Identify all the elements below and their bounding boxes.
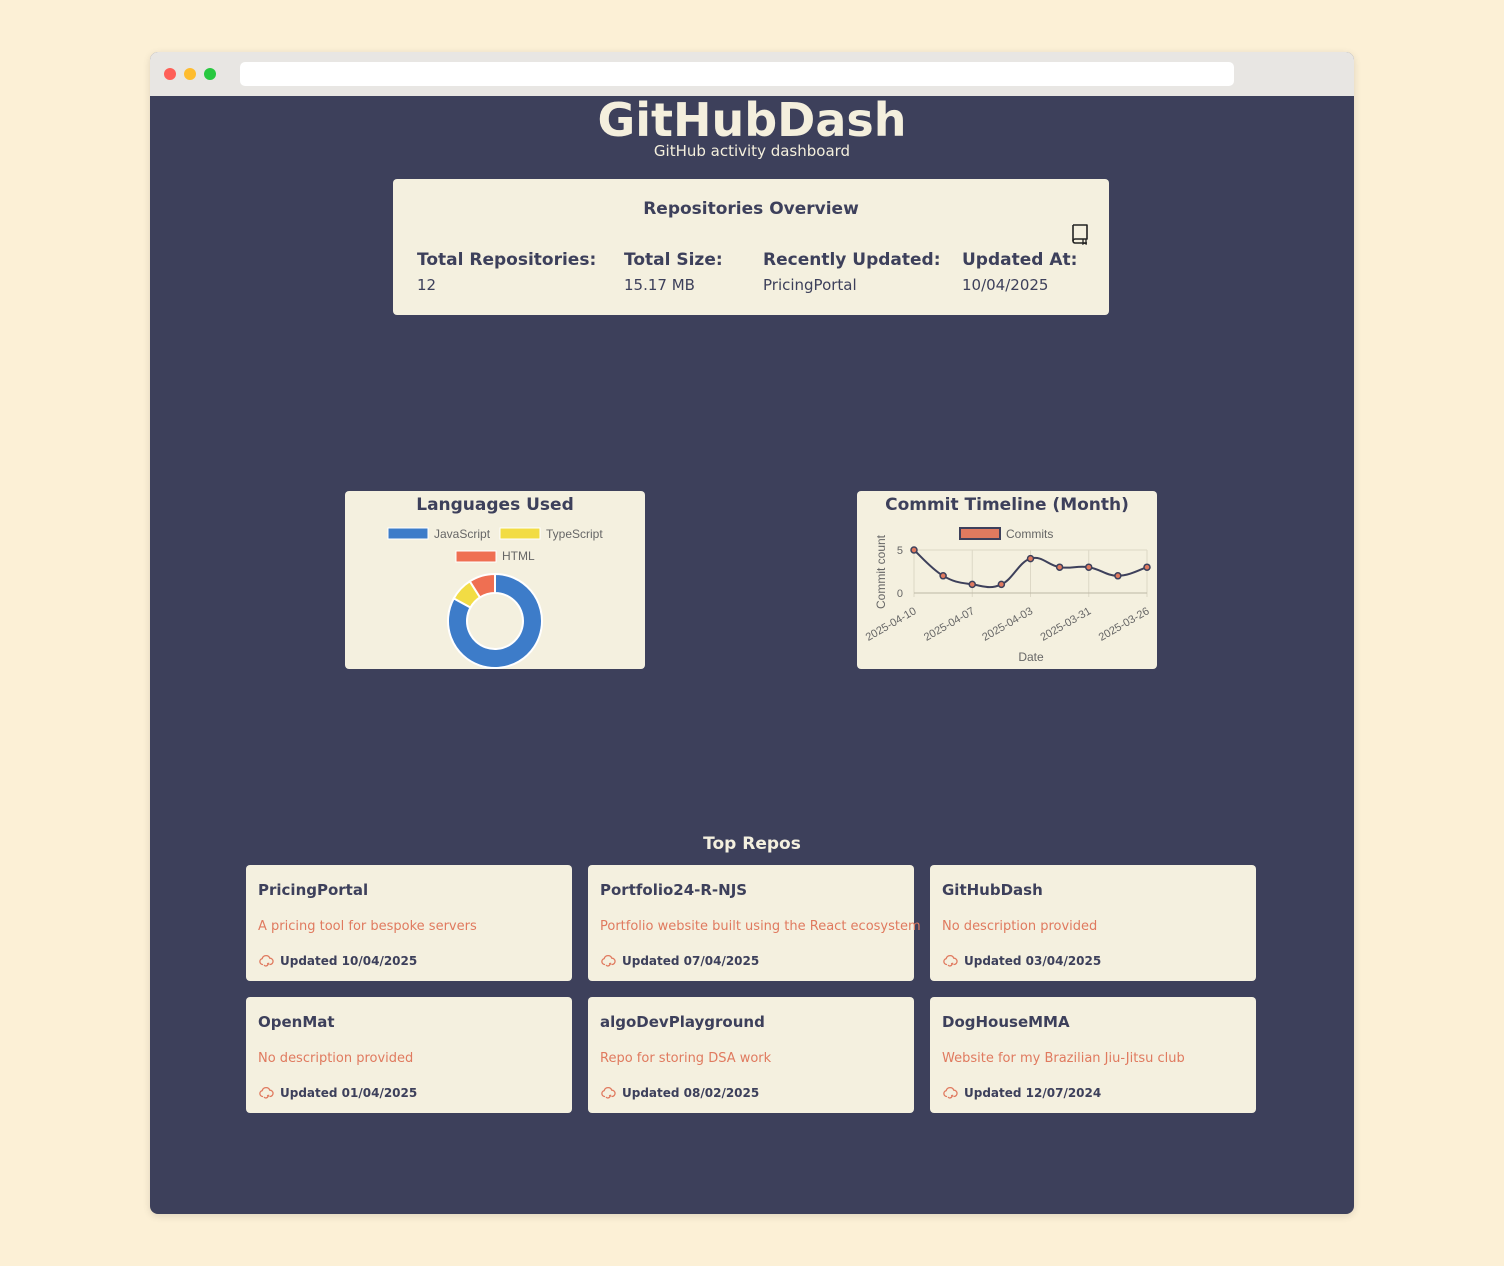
app-title: GitHubDash: [597, 93, 907, 147]
stat-value: 12: [417, 276, 437, 294]
legend-swatch-typescript[interactable]: [499, 527, 541, 540]
repo-updated-row: Updated 03/04/2025: [942, 953, 1101, 969]
repo-card[interactable]: algoDevPlayground Repo for storing DSA wo…: [588, 997, 914, 1113]
repo-updated-date: Updated 07/04/2025: [622, 954, 760, 968]
legend-label-commits[interactable]: Commits: [1006, 527, 1053, 541]
x-axis-label: Date: [1018, 650, 1044, 664]
app-subtitle: GitHub activity dashboard: [653, 142, 851, 160]
commits-data-point[interactable]: [1026, 554, 1035, 563]
repo-updated-date: Updated 10/04/2025: [280, 954, 418, 968]
repo-card[interactable]: PricingPortal A pricing tool for bespoke …: [246, 865, 572, 981]
stat-label: Total Size:: [624, 250, 723, 270]
stat-updated-at: Updated At: 10/04/2025: [962, 250, 1077, 294]
stat-recently-updated: Recently Updated: PricingPortal: [763, 250, 941, 294]
commits-data-point[interactable]: [910, 546, 918, 554]
y-axis-label: Commit count: [874, 534, 888, 609]
repo-updated-row: Updated 08/02/2025: [600, 1085, 759, 1101]
repo-updated-date: Updated 03/04/2025: [964, 954, 1102, 968]
legend-swatch-html[interactable]: [455, 550, 497, 563]
browser-window: GitHubDash GitHub activity dashboard Rep…: [150, 52, 1354, 1214]
x-tick-label: 2025-04-10: [864, 605, 919, 644]
repo-description: Repo for storing DSA work: [600, 1051, 772, 1066]
browser-titlebar: [150, 52, 1354, 96]
commits-data-point[interactable]: [1055, 563, 1064, 571]
repo-description: A pricing tool for bespoke servers: [258, 919, 477, 934]
repo-name[interactable]: Portfolio24-R-NJS: [600, 881, 747, 899]
repo-description: Portfolio website built using the React …: [600, 919, 921, 934]
repo-card[interactable]: GitHubDash No description provided Updated…: [930, 865, 1256, 981]
repo-name[interactable]: GitHubDash: [942, 881, 1043, 899]
x-tick-label: 2025-03-31: [1039, 605, 1094, 644]
repo-updated-row: Updated 01/04/2025: [258, 1085, 417, 1101]
x-tick-label: 2025-03-26: [1097, 605, 1152, 644]
repo-name[interactable]: PricingPortal: [258, 881, 368, 899]
commits-data-point[interactable]: [968, 580, 976, 589]
repo-updated-date: Updated 01/04/2025: [280, 1086, 418, 1100]
commits-data-point[interactable]: [997, 580, 1006, 589]
stat-value: PricingPortal: [763, 276, 857, 294]
legend-swatch-commits[interactable]: [959, 527, 1001, 540]
stat-label: Updated At:: [962, 250, 1078, 270]
repo-updated-date: Updated 08/02/2025: [622, 1086, 760, 1100]
repo-description: Website for my Brazilian Jiu-Jitsu club: [942, 1051, 1185, 1066]
stat-value: 10/04/2025: [962, 276, 1049, 294]
languages-chart-card: Languages Used JavaScript TypeScript HTM…: [345, 491, 645, 669]
cloud-refresh-icon: [943, 955, 958, 967]
x-tick-label: 2025-04-07: [922, 605, 977, 644]
cloud-refresh-icon: [259, 1087, 274, 1099]
stat-label: Total Repositories:: [417, 250, 597, 270]
legend-swatch-javascript[interactable]: [387, 527, 429, 540]
repo-card[interactable]: OpenMat No description provided Updated 01…: [246, 997, 572, 1113]
book-icon: [1072, 224, 1088, 245]
repo-updated-row: Updated 10/04/2025: [258, 953, 417, 969]
legend-label-html[interactable]: HTML: [502, 549, 535, 563]
repo-card[interactable]: Portfolio24-R-NJS Portfolio website built…: [588, 865, 921, 981]
commits-data-point[interactable]: [1114, 572, 1122, 580]
y-tick-label: 5: [897, 545, 903, 557]
address-bar[interactable]: [240, 62, 1234, 86]
repositories-overview-card: Repositories Overview Total Repositories…: [393, 179, 1109, 315]
y-tick-label: 0: [897, 588, 903, 600]
stat-total-repositories: Total Repositories: 12: [417, 250, 596, 294]
legend-label-javascript[interactable]: JavaScript: [434, 527, 491, 541]
cloud-refresh-icon: [943, 1087, 958, 1099]
close-window-button[interactable]: [164, 68, 176, 80]
commit-line-chart: Commits Commit count Date 052025-04-10 20…: [864, 527, 1152, 664]
languages-donut-chart: JavaScript TypeScript HTML: [387, 527, 603, 669]
cloud-refresh-icon: [601, 955, 616, 967]
cloud-refresh-icon: [259, 955, 274, 967]
legend-label-typescript[interactable]: TypeScript: [546, 527, 603, 541]
minimize-window-button[interactable]: [184, 68, 196, 80]
commits-data-point[interactable]: [1085, 563, 1093, 571]
repo-name[interactable]: OpenMat: [258, 1013, 335, 1031]
repo-card[interactable]: DogHouseMMA Website for my Brazilian Jiu-…: [930, 997, 1256, 1113]
repo-name[interactable]: DogHouseMMA: [942, 1013, 1070, 1031]
stat-total-size: Total Size: 15.17 MB: [624, 250, 723, 294]
top-repos-title: Top Repos: [703, 834, 801, 854]
repo-description: No description provided: [258, 1051, 414, 1066]
dashboard: GitHubDash GitHub activity dashboard Rep…: [150, 93, 1354, 1214]
commits-data-point[interactable]: [939, 572, 947, 580]
stat-value: 15.17 MB: [624, 276, 695, 294]
overview-title: Repositories Overview: [643, 199, 859, 219]
maximize-window-button[interactable]: [204, 68, 216, 80]
stat-label: Recently Updated:: [763, 250, 941, 270]
cloud-refresh-icon: [601, 1087, 616, 1099]
repo-updated-row: Updated 12/07/2024: [942, 1085, 1101, 1101]
repo-updated-date: Updated 12/07/2024: [964, 1086, 1102, 1100]
repo-description: No description provided: [942, 919, 1098, 934]
x-tick-label: 2025-04-03: [980, 605, 1035, 644]
repo-updated-row: Updated 07/04/2025: [600, 953, 759, 969]
commits-data-point[interactable]: [1143, 563, 1151, 571]
commit-timeline-card: Commit Timeline (Month) Commits Commit c…: [857, 491, 1157, 669]
repo-name[interactable]: algoDevPlayground: [600, 1013, 765, 1031]
